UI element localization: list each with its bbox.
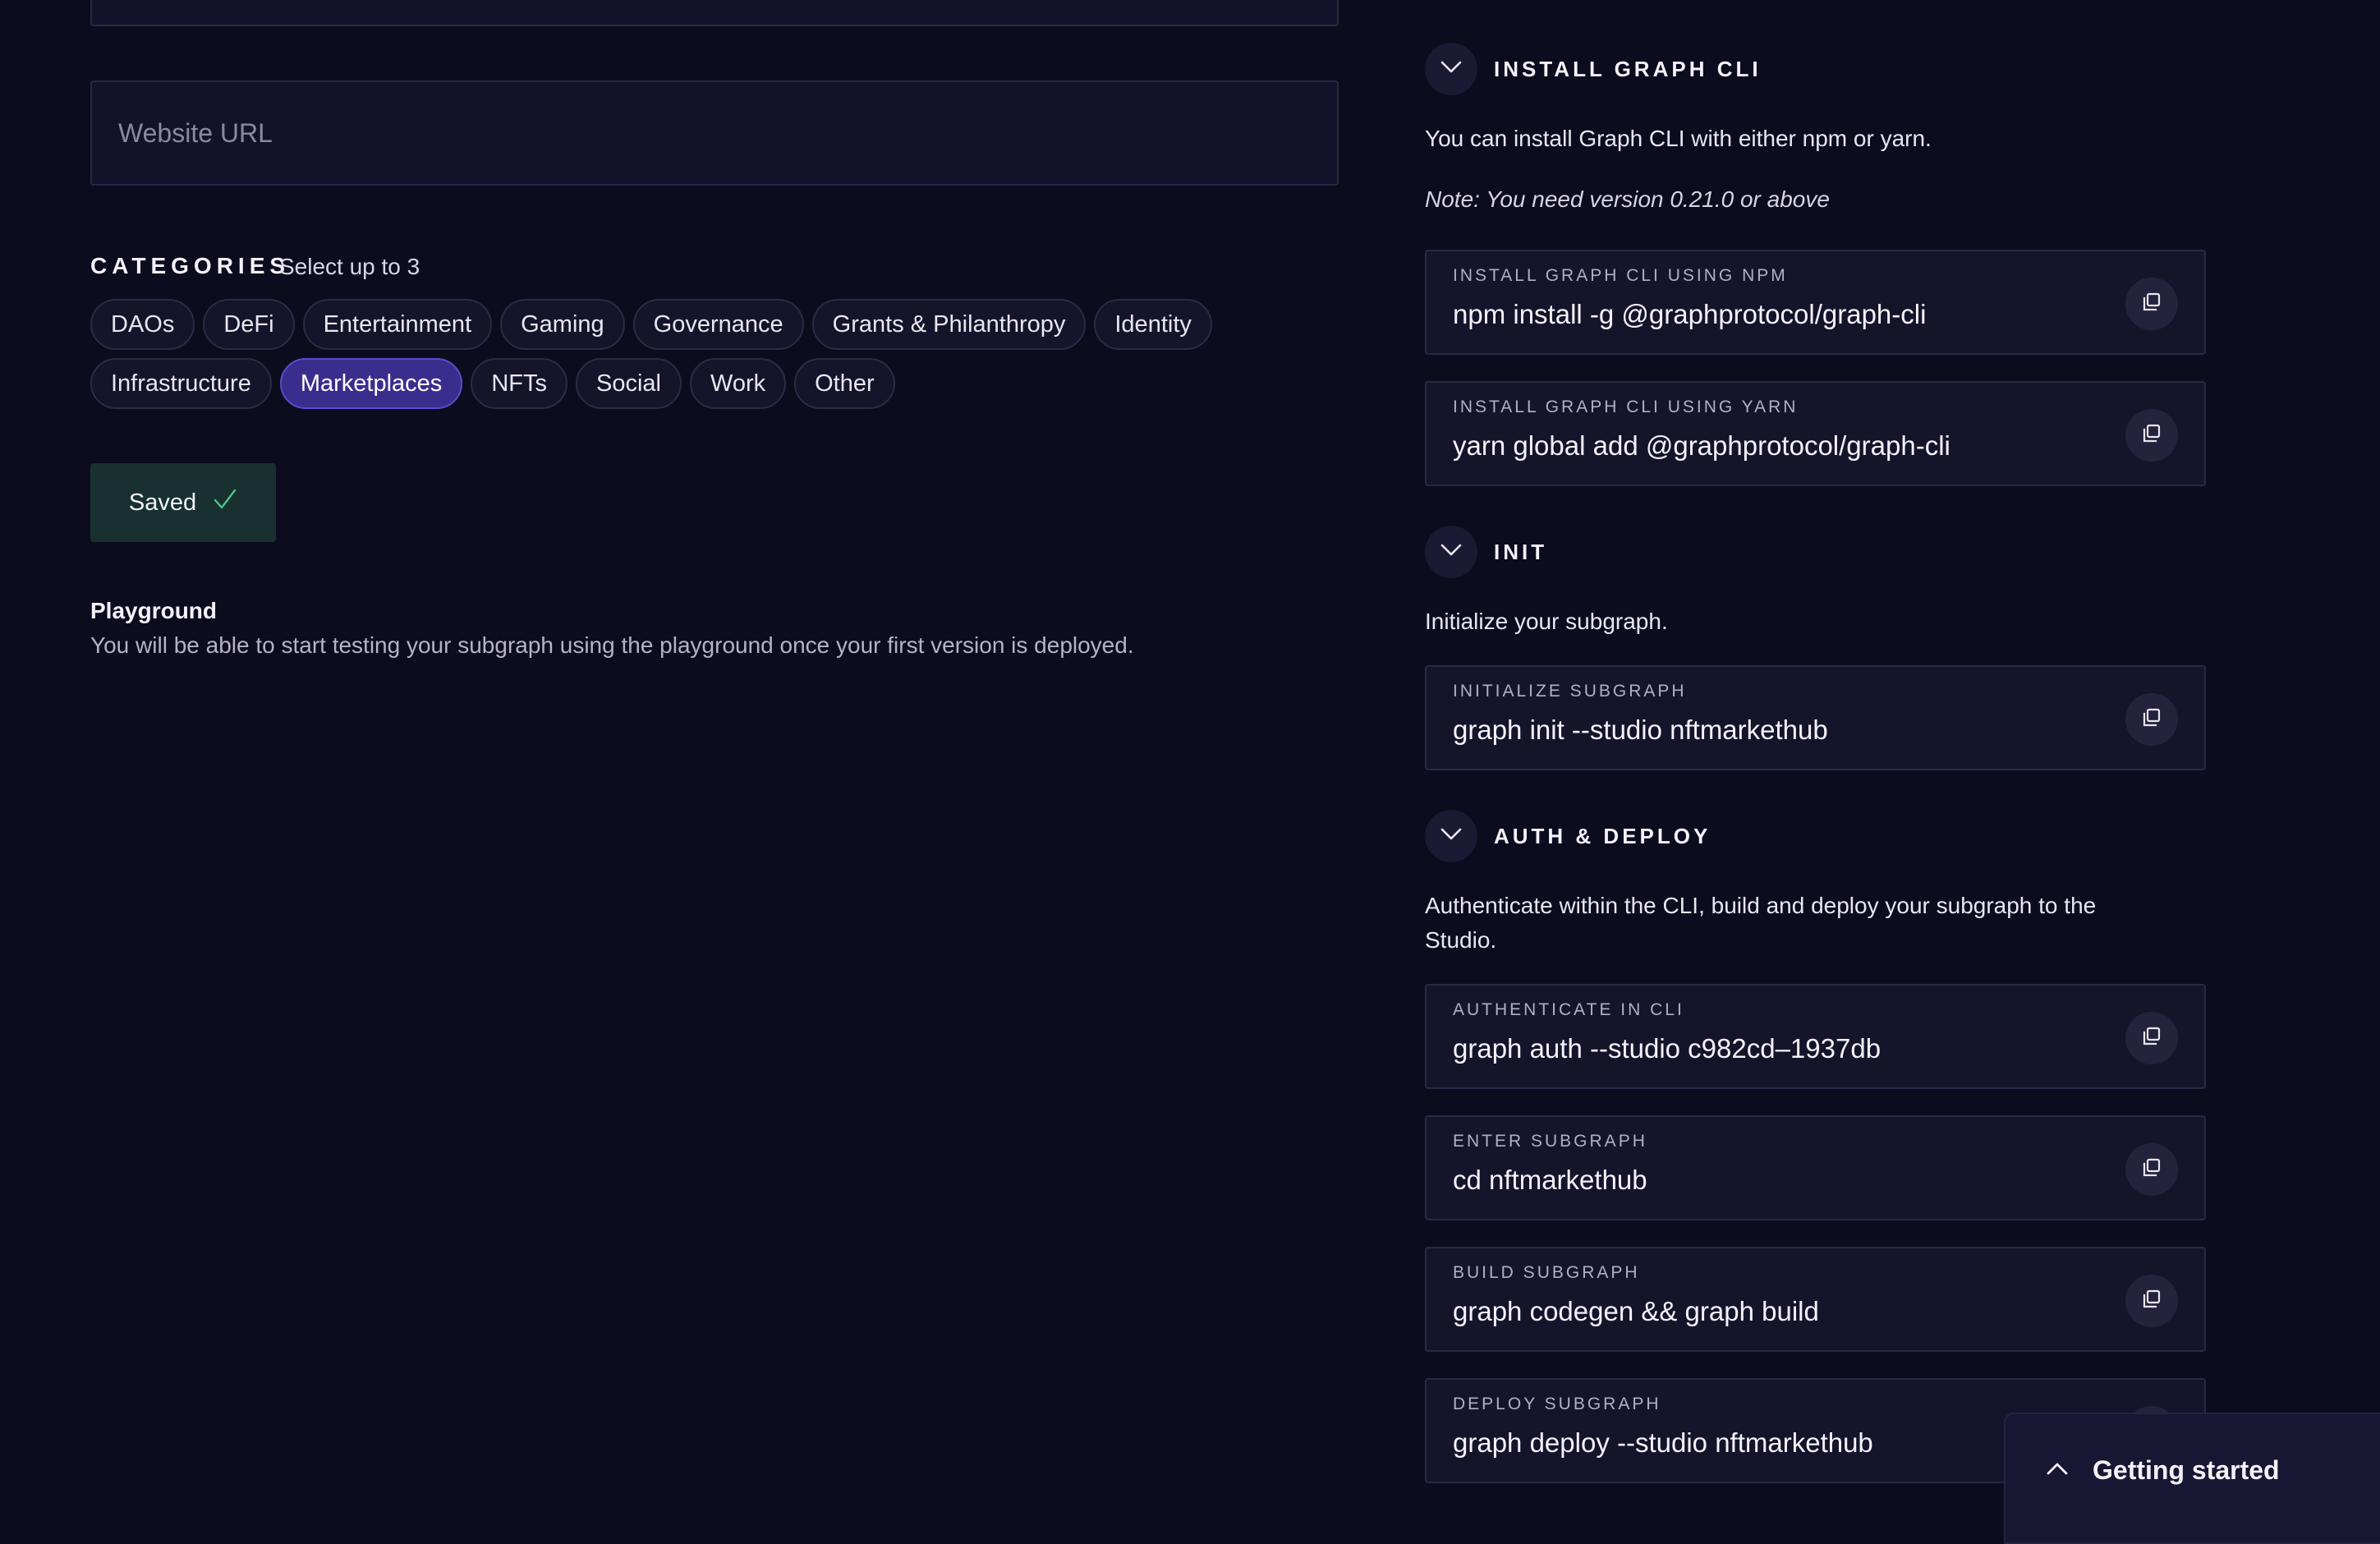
command-box-npm: INSTALL GRAPH CLI USING NPM npm install … bbox=[1425, 250, 2206, 355]
categories-hint: Select up to 3 bbox=[279, 254, 420, 279]
chevron-down-icon bbox=[1440, 828, 1462, 845]
playground-title: Playground bbox=[90, 598, 218, 623]
category-chip-nfts[interactable]: NFTs bbox=[471, 358, 567, 409]
category-chip-governance[interactable]: Governance bbox=[632, 299, 804, 350]
section-init-title: INIT bbox=[1494, 539, 1548, 564]
command-value: yarn global add @graphprotocol/graph-cli bbox=[1453, 430, 1950, 461]
section-install-note: Note: You need version 0.21.0 or above bbox=[1425, 186, 1830, 212]
category-chip-gaming[interactable]: Gaming bbox=[500, 299, 625, 350]
chevron-down-icon bbox=[1440, 544, 1462, 561]
copy-icon bbox=[2141, 1289, 2162, 1314]
section-install-header: INSTALL GRAPH CLI bbox=[1425, 43, 1762, 95]
command-value: cd nftmarkethub bbox=[1453, 1165, 1647, 1195]
getting-started-panel[interactable]: Getting started bbox=[2004, 1413, 2380, 1544]
command-label: ENTER SUBGRAPH bbox=[1453, 1132, 1647, 1151]
command-value: npm install -g @graphprotocol/graph-cli bbox=[1453, 299, 1927, 329]
saved-label: Saved bbox=[128, 489, 197, 516]
section-install-text: You can install Graph CLI with either np… bbox=[1425, 126, 1932, 151]
command-label: INSTALL GRAPH CLI USING YARN bbox=[1453, 397, 1799, 416]
command-box-build: BUILD SUBGRAPH graph codegen && graph bu… bbox=[1425, 1247, 2206, 1352]
command-label: INITIALIZE SUBGRAPH bbox=[1453, 682, 1687, 701]
copy-button[interactable] bbox=[2125, 409, 2178, 462]
copy-icon bbox=[2141, 423, 2162, 448]
category-chip-entertainment[interactable]: Entertainment bbox=[302, 299, 493, 350]
category-chip-marketplaces[interactable]: Marketplaces bbox=[279, 358, 463, 409]
command-label: INSTALL GRAPH CLI USING NPM bbox=[1453, 266, 1788, 285]
copy-icon bbox=[2141, 707, 2162, 733]
previous-input-field[interactable] bbox=[90, 0, 1339, 26]
copy-icon bbox=[2141, 292, 2162, 317]
auth-collapse-button[interactable] bbox=[1425, 810, 1477, 862]
init-collapse-button[interactable] bbox=[1425, 526, 1477, 578]
command-value: graph codegen && graph build bbox=[1453, 1296, 1819, 1326]
category-chip-defi[interactable]: DeFi bbox=[203, 299, 295, 350]
section-auth-title: AUTH & DEPLOY bbox=[1494, 823, 1711, 848]
check-icon bbox=[213, 487, 237, 519]
categories-title: CATEGORIES bbox=[90, 253, 291, 278]
category-chip-social[interactable]: Social bbox=[575, 358, 682, 409]
copy-icon bbox=[2141, 1026, 2162, 1051]
command-box-auth: AUTHENTICATE IN CLI graph auth --studio … bbox=[1425, 984, 2206, 1089]
category-chip-infrastructure[interactable]: Infrastructure bbox=[90, 358, 272, 409]
command-label: BUILD SUBGRAPH bbox=[1453, 1263, 1640, 1282]
category-chip-work[interactable]: Work bbox=[689, 358, 787, 409]
install-collapse-button[interactable] bbox=[1425, 43, 1477, 95]
website-url-field[interactable] bbox=[90, 80, 1339, 186]
category-chip-other[interactable]: Other bbox=[794, 358, 895, 409]
command-value: graph deploy --studio nftmarkethub bbox=[1453, 1427, 1873, 1458]
chevron-down-icon bbox=[1440, 61, 1462, 78]
command-label: AUTHENTICATE IN CLI bbox=[1453, 1000, 1684, 1019]
saved-button[interactable]: Saved bbox=[90, 463, 276, 542]
category-chip-grants[interactable]: Grants & Philanthropy bbox=[811, 299, 1087, 350]
section-init-header: INIT bbox=[1425, 526, 1547, 578]
command-box-enter: ENTER SUBGRAPH cd nftmarkethub bbox=[1425, 1115, 2206, 1220]
copy-button[interactable] bbox=[2125, 1012, 2178, 1064]
section-auth-text: Authenticate within the CLI, build and d… bbox=[1425, 893, 2097, 953]
category-chip-identity[interactable]: Identity bbox=[1094, 299, 1212, 350]
command-label: DEPLOY SUBGRAPH bbox=[1453, 1395, 1661, 1413]
section-init-text: Initialize your subgraph. bbox=[1425, 609, 1668, 634]
copy-button[interactable] bbox=[2125, 1275, 2178, 1327]
command-value: graph auth --studio c982cd–1937db bbox=[1453, 1033, 1881, 1064]
command-box-yarn: INSTALL GRAPH CLI USING YARN yarn global… bbox=[1425, 381, 2206, 486]
category-chip-daos[interactable]: DAOs bbox=[90, 299, 195, 350]
category-chips: DAOs DeFi Entertainment Gaming Governanc… bbox=[90, 299, 1281, 409]
playground-description: You will be able to start testing your s… bbox=[90, 632, 1134, 658]
section-install-title: INSTALL GRAPH CLI bbox=[1494, 56, 1762, 81]
website-url-input[interactable] bbox=[92, 82, 1337, 184]
copy-button[interactable] bbox=[2125, 693, 2178, 746]
getting-started-label: Getting started bbox=[2093, 1455, 2280, 1485]
copy-button[interactable] bbox=[2125, 278, 2178, 330]
section-auth-header: AUTH & DEPLOY bbox=[1425, 810, 1711, 862]
command-box-init: INITIALIZE SUBGRAPH graph init --studio … bbox=[1425, 665, 2206, 770]
command-value: graph init --studio nftmarkethub bbox=[1453, 715, 1828, 745]
chevron-up-icon bbox=[2047, 1462, 2068, 1479]
copy-button[interactable] bbox=[2125, 1143, 2178, 1196]
copy-icon bbox=[2141, 1157, 2162, 1183]
